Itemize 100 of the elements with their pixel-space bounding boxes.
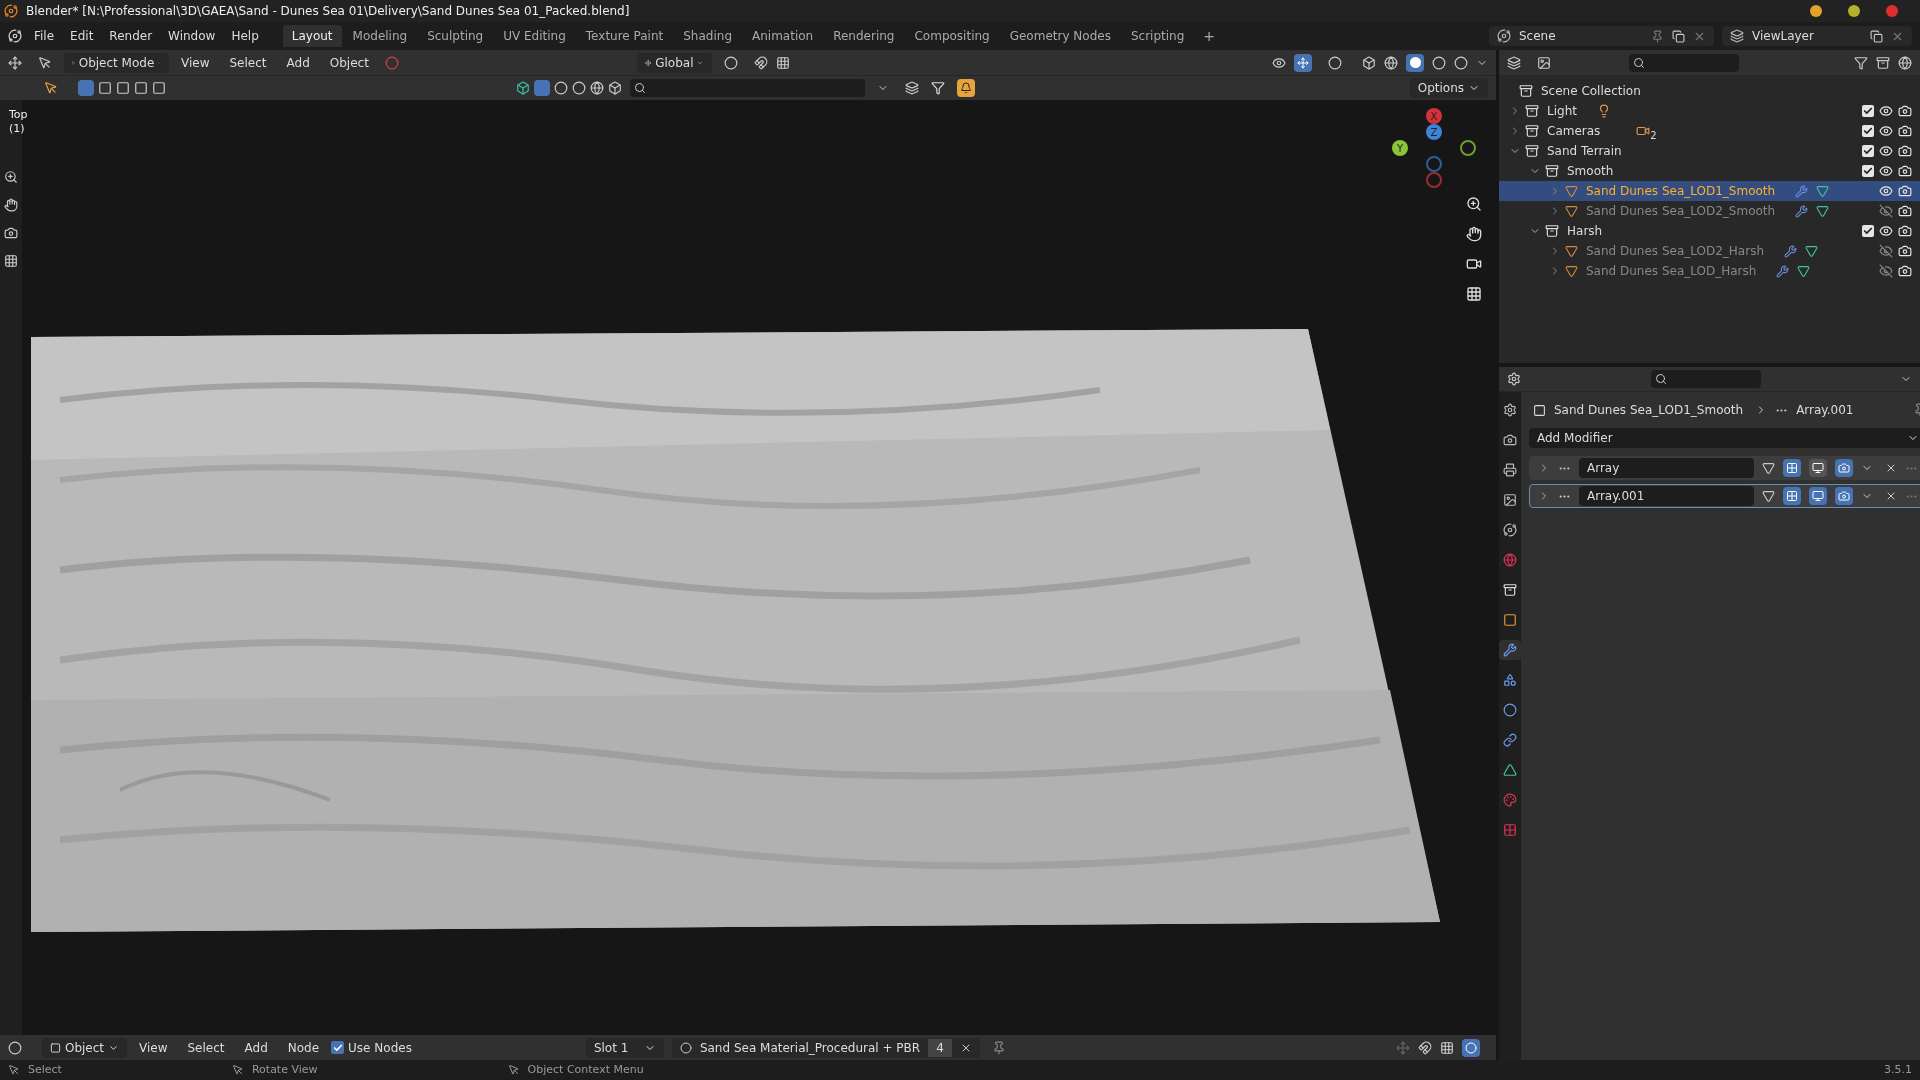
menu-item[interactable]: Window bbox=[160, 27, 224, 45]
minimize-icon[interactable] bbox=[1810, 5, 1822, 17]
blender-menu-icon[interactable] bbox=[8, 29, 22, 43]
modifier-name-field[interactable]: Array bbox=[1579, 458, 1754, 478]
scene-collection-label[interactable]: Scene Collection bbox=[1541, 82, 1641, 100]
workspace-tab[interactable]: Modeling bbox=[343, 25, 417, 47]
mode-dropdown[interactable]: Object Mode bbox=[64, 52, 169, 73]
render-camera-icon[interactable] bbox=[1898, 124, 1912, 138]
scene-selector[interactable]: Scene bbox=[1489, 26, 1714, 46]
editor-type-icon[interactable] bbox=[8, 55, 22, 70]
solid-shading-button[interactable] bbox=[1406, 53, 1424, 72]
render-camera-icon[interactable] bbox=[1898, 224, 1912, 238]
workspace-tab[interactable]: Shading bbox=[674, 25, 741, 47]
select-mode-intersect-icon[interactable] bbox=[152, 81, 166, 95]
menu-item[interactable]: Select bbox=[179, 1038, 233, 1057]
close-icon[interactable] bbox=[1885, 462, 1897, 474]
gizmo-toggle-button[interactable] bbox=[1294, 53, 1312, 72]
outliner-row[interactable]: Harsh bbox=[1499, 221, 1920, 241]
camera-view-icon[interactable] bbox=[1466, 256, 1482, 272]
hand-icon[interactable] bbox=[4, 198, 18, 212]
render-camera-icon[interactable] bbox=[1898, 244, 1912, 258]
sphere-filter-icon[interactable] bbox=[554, 81, 568, 95]
outliner-row[interactable]: Sand Dunes Sea_LOD2_Smooth bbox=[1499, 201, 1920, 221]
snap-target-icon[interactable] bbox=[775, 55, 790, 70]
properties-tab[interactable] bbox=[1499, 640, 1521, 660]
include-checkbox[interactable] bbox=[1862, 165, 1874, 177]
notification-button[interactable] bbox=[957, 79, 975, 97]
snap-icon[interactable] bbox=[1418, 1040, 1432, 1055]
menu-item[interactable]: View bbox=[131, 1038, 176, 1057]
workspace-tab[interactable]: Sculpting bbox=[418, 25, 493, 47]
outliner-row[interactable]: Light bbox=[1499, 101, 1920, 121]
menu-item[interactable]: File bbox=[26, 27, 63, 45]
add-workspace-button[interactable]: + bbox=[1195, 25, 1224, 47]
menu-item[interactable]: Edit bbox=[62, 27, 102, 45]
outliner-row[interactable]: Cameras 2 bbox=[1499, 121, 1920, 141]
workspace-tab[interactable]: Animation bbox=[743, 25, 823, 47]
options-dropdown[interactable]: Options bbox=[1409, 78, 1488, 98]
world-filter-icon[interactable] bbox=[590, 81, 604, 95]
object-types-icon[interactable] bbox=[516, 81, 530, 95]
mesh-toggle-icon[interactable] bbox=[1762, 489, 1775, 503]
add-modifier-dropdown[interactable]: Add Modifier bbox=[1529, 428, 1920, 448]
eye-closed-icon[interactable] bbox=[1879, 244, 1893, 258]
grid-icon[interactable] bbox=[4, 254, 18, 268]
menu-item[interactable]: Render bbox=[101, 27, 161, 45]
workspace-tab[interactable]: Compositing bbox=[905, 25, 999, 47]
eye-icon[interactable] bbox=[1879, 224, 1893, 238]
include-checkbox[interactable] bbox=[1862, 225, 1874, 237]
select-mode-extend-icon[interactable] bbox=[98, 81, 112, 95]
use-nodes-checkbox[interactable]: Use Nodes bbox=[331, 1038, 412, 1057]
mode-toggle-icon[interactable] bbox=[38, 55, 52, 70]
grid-icon[interactable] bbox=[1466, 286, 1482, 302]
snap-icon[interactable] bbox=[753, 55, 768, 70]
zoom-icon[interactable] bbox=[4, 170, 18, 184]
material-selector[interactable]: Sand Sea Material_Procedural + PBR 4 bbox=[671, 1037, 980, 1058]
include-checkbox[interactable] bbox=[1862, 145, 1874, 157]
rendered-shading-icon[interactable] bbox=[1454, 55, 1468, 70]
filter-icon[interactable] bbox=[1854, 55, 1868, 70]
snap-grid-icon[interactable] bbox=[1440, 1040, 1454, 1055]
menu-item[interactable]: Add bbox=[236, 1038, 276, 1057]
maximize-icon[interactable] bbox=[1848, 5, 1860, 17]
new-collection-icon[interactable] bbox=[1876, 55, 1890, 70]
outliner-row[interactable]: Sand Dunes Sea_LOD2_Harsh bbox=[1499, 241, 1920, 261]
object-dropdown[interactable]: Object bbox=[42, 1037, 127, 1058]
editor-type-icon[interactable] bbox=[8, 1040, 22, 1055]
search-field[interactable] bbox=[1651, 370, 1761, 388]
eye-icon[interactable] bbox=[1879, 124, 1893, 138]
outliner-row[interactable]: Sand Terrain bbox=[1499, 141, 1920, 161]
eye-icon[interactable] bbox=[1879, 104, 1893, 118]
zoom-icon[interactable] bbox=[1466, 196, 1482, 212]
menu-item[interactable]: Select bbox=[221, 53, 275, 72]
display-mode-icon[interactable] bbox=[1507, 55, 1521, 70]
workspace-tab[interactable]: Rendering bbox=[824, 25, 904, 47]
menu-item[interactable]: Node bbox=[279, 1038, 328, 1057]
outliner-row[interactable]: Smooth bbox=[1499, 161, 1920, 181]
render-camera-icon[interactable] bbox=[1898, 264, 1912, 278]
menu-item[interactable]: Object bbox=[321, 53, 377, 72]
menu-item[interactable]: View bbox=[173, 53, 218, 72]
slot-dropdown[interactable]: Slot 1 bbox=[585, 1037, 664, 1058]
pivot-icon[interactable] bbox=[723, 55, 738, 70]
modifier-name-field[interactable]: Array.001 bbox=[1579, 486, 1754, 506]
menu-item[interactable]: Add bbox=[278, 53, 318, 72]
eye-icon[interactable] bbox=[1879, 164, 1893, 178]
y-axis-label[interactable]: Y bbox=[1392, 140, 1408, 156]
include-checkbox[interactable] bbox=[1862, 125, 1874, 137]
viewport-toggle[interactable] bbox=[1809, 487, 1827, 505]
include-checkbox[interactable] bbox=[1862, 105, 1874, 117]
editor-type-icon[interactable] bbox=[1507, 372, 1521, 386]
viewport-toggle[interactable] bbox=[1809, 459, 1827, 477]
close-icon[interactable] bbox=[1885, 490, 1897, 502]
search-field[interactable] bbox=[1629, 53, 1739, 72]
view-layer-selector[interactable]: ViewLayer bbox=[1722, 26, 1912, 46]
overlay-icon[interactable] bbox=[1328, 55, 1342, 70]
sort-icon[interactable] bbox=[905, 81, 919, 95]
material-shading-icon[interactable] bbox=[1432, 55, 1446, 70]
light-filter-icon[interactable] bbox=[572, 81, 586, 95]
duplicate-icon[interactable] bbox=[1870, 29, 1883, 43]
modifier-panel[interactable]: Array.001 bbox=[1529, 484, 1920, 508]
pin-icon[interactable] bbox=[1651, 29, 1664, 43]
eye-closed-icon[interactable] bbox=[1879, 204, 1893, 218]
pin-icon[interactable] bbox=[991, 1040, 1006, 1055]
